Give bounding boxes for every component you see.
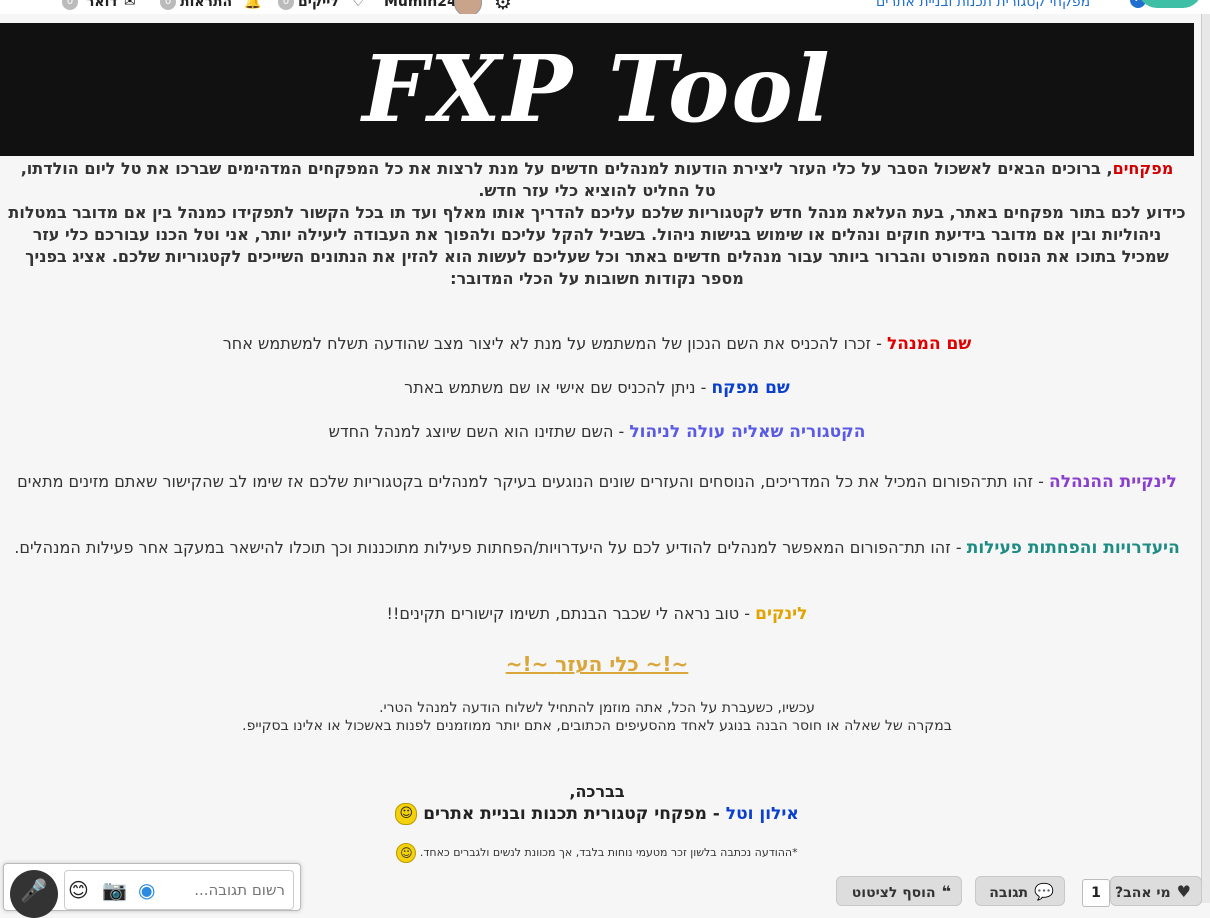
point-management-links: לינקיית ההנהלה - זהו תת־הפורום המכיל את … <box>0 471 1194 493</box>
bell-icon[interactable]: 🔔 <box>244 0 261 10</box>
avatar[interactable] <box>454 0 482 14</box>
fxp-tool-banner: FXP Tool <box>0 23 1194 156</box>
camera-icon[interactable]: 📷 <box>102 878 127 902</box>
add-to-quote-button[interactable]: ❝ הוסף לציטוט <box>836 876 962 906</box>
intro-paragraph: מפקחים, ברוכים הבאים לאשכול הסבר על כלי … <box>0 156 1194 202</box>
point-desc: - זהו תת־הפורום המאפשר למנהלים להודיע לכ… <box>14 538 967 557</box>
point-absences: היעדרויות והפחתות פעילות - זהו תת־הפורום… <box>0 537 1194 559</box>
page-scrollbar[interactable] <box>1201 14 1210 903</box>
intro-highlight: מפקחים <box>1112 159 1174 178</box>
quote-icon: ❝ <box>941 882 951 901</box>
point-term: לינקיית ההנהלה <box>1049 472 1177 492</box>
quick-reply-box: 🎤 😊 📷 ◉ <box>3 863 301 918</box>
point-links: לינקים - טוב נראה לי שכבר הבנתם, תשימו ק… <box>0 603 1194 625</box>
point-desc: - טוב נראה לי שכבר הבנתם, תשימו קישורים … <box>386 604 756 623</box>
nav-likes-link[interactable]: לייקים <box>298 0 339 10</box>
intro-paragraph-2: כידוע לכם בתור מפקחים באתר, בעת העלאת מנ… <box>8 203 1186 288</box>
likes-count-badge: 0 <box>278 0 294 10</box>
intro-text: , ברוכים הבאים לאשכול הסבר על כלי העזר ל… <box>20 159 1113 200</box>
banner-title: FXP Tool <box>362 35 832 143</box>
nav-mail-link[interactable]: דואר <box>86 0 118 10</box>
point-category: הקטגוריה שאליה עולה לניהול - השם שתזינו … <box>0 421 1194 443</box>
mail-count-badge: 0 <box>62 0 78 10</box>
footnote: *ההודעה נכתבה בלשון זכר מטעמי נוחות בלבד… <box>0 843 1194 863</box>
signature-line: אילון וטל - מפקחי קטגורית תכנות ובניית א… <box>0 803 1194 825</box>
wink-smiley-icon: ☺ <box>396 843 417 863</box>
signature-names: אילון וטל <box>725 804 799 824</box>
point-desc: - זכרו להכניס את השם הנכון של המשתמש על … <box>222 334 887 353</box>
point-term: שם המנהל <box>886 334 972 354</box>
signature-role: - מפקחי קטגורית תכנות ובניית אתרים <box>423 804 726 824</box>
smiley-wand-icon: ☺ <box>395 803 418 825</box>
point-desc: - ניתן להכניס שם אישי או שם משתמש באתר <box>404 378 712 397</box>
reply-button[interactable]: 💬 תגובה <box>975 876 1065 906</box>
notifications-count-badge: 0 <box>160 0 176 10</box>
point-term: היעדרויות והפחתות פעילות <box>966 538 1180 558</box>
point-supervisor-name: שם מפקח - ניתן להכניס שם אישי או שם משתמ… <box>0 377 1194 399</box>
point-desc: - זהו תת־הפורום המכיל את כל המדריכים, הנ… <box>17 472 1050 491</box>
point-desc: - השם שתזינו הוא השם שיוצג למנהל החדש <box>328 422 630 441</box>
nav-notifications-link[interactable]: התראות <box>180 0 232 10</box>
outro-line-1: עכשיו, כשעברת על הכל, אתה מוזמן להתחיל ל… <box>379 700 815 716</box>
point-term: שם מפקח <box>711 378 790 398</box>
reply-label: תגובה <box>989 885 1029 901</box>
heart-icon: ♥ <box>1176 882 1191 901</box>
point-manager-name: שם המנהל - זכרו להכניס את השם הנכון של ה… <box>0 333 1194 355</box>
username-link[interactable]: Mumin24 <box>384 0 457 10</box>
add-to-quote-label: הוסף לציטוט <box>851 885 936 901</box>
mic-icon[interactable]: 🎤 <box>10 870 58 918</box>
top-navigation-bar: 0 דואר ✉ 0 התראות 🔔 0 לייקים ♡ Mumin24 ⚙… <box>0 0 1210 14</box>
footnote-text: *ההודעה נכתבה בלשון זכר מטעמי נוחות בלבד… <box>419 846 798 859</box>
gear-icon[interactable]: ⚙ <box>494 0 512 14</box>
speech-bubble-icon: 💬 <box>1034 882 1054 901</box>
emoji-icon[interactable]: 😊 <box>68 878 89 902</box>
signature-greeting: בברכה, <box>569 782 625 801</box>
heart-outline-icon[interactable]: ♡ <box>352 0 365 10</box>
audio-wave-icon[interactable]: ◉ <box>138 878 155 902</box>
forum-logo-circle[interactable] <box>1138 0 1202 8</box>
post-body: מפקחים, ברוכים הבאים לאשכול הסבר על כלי … <box>0 156 1194 290</box>
outro-line-2: במקרה של שאלה או חוסר הבנה בנוגע לאחד מה… <box>242 718 952 734</box>
who-liked-button[interactable]: ♥ מי אהב? <box>1110 876 1202 906</box>
point-term: לינקים <box>755 604 808 624</box>
who-liked-label: מי אהב? <box>1115 885 1171 901</box>
mail-icon[interactable]: ✉ <box>124 0 136 10</box>
tool-link[interactable]: ~!~ כלי העזר ~!~ <box>0 652 1194 676</box>
reply-input[interactable] <box>64 870 294 910</box>
breadcrumb-link[interactable]: מפקחי קטגורית תכנות ובניית אתרים <box>876 0 1090 10</box>
point-term: הקטגוריה שאליה עולה לניהול <box>629 422 866 442</box>
